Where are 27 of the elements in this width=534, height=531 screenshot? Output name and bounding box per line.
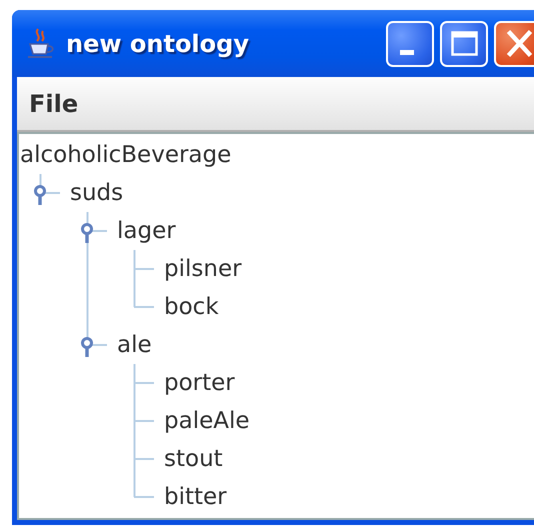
tree-node[interactable]: bitter xyxy=(164,484,227,510)
tree-node[interactable]: bock xyxy=(164,294,219,320)
tree-connector-line xyxy=(134,402,154,440)
minimize-button[interactable] xyxy=(386,20,434,66)
expand-handle-icon[interactable] xyxy=(34,185,46,205)
tree-node[interactable]: lager xyxy=(117,218,176,244)
close-icon xyxy=(506,29,532,58)
tree-node[interactable]: porter xyxy=(164,370,235,396)
tree-node[interactable]: stout xyxy=(164,446,223,472)
coffee-cup-icon xyxy=(26,26,56,60)
tree-connector-line xyxy=(40,174,60,194)
tree-connector-line xyxy=(86,212,107,250)
tree-node[interactable]: alcoholicBeverage xyxy=(20,142,232,168)
maximize-icon xyxy=(450,31,478,56)
expand-handle-icon[interactable] xyxy=(81,337,93,357)
tree-node[interactable]: suds xyxy=(70,180,124,206)
tree-connector-line xyxy=(134,364,154,402)
tree-node[interactable]: pilsner xyxy=(164,256,242,282)
maximize-button[interactable] xyxy=(440,20,488,66)
tree-node[interactable]: ale xyxy=(117,332,152,358)
menu-item[interactable]: File xyxy=(17,90,90,118)
minimize-icon xyxy=(400,50,414,54)
expand-handle-icon[interactable] xyxy=(81,223,93,243)
close-button[interactable] xyxy=(494,20,534,66)
window-title: new ontology xyxy=(66,30,249,58)
tree-connector-line xyxy=(86,326,107,346)
tree-node[interactable]: paleAle xyxy=(164,408,250,434)
